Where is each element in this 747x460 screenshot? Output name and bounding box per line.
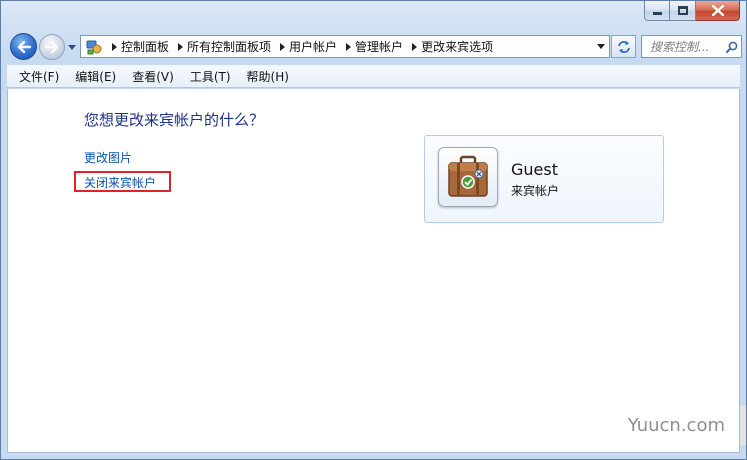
breadcrumb-user-accounts[interactable]: 用户帐户	[289, 36, 355, 57]
account-picture	[438, 147, 498, 207]
control-panel-icon	[85, 38, 103, 56]
breadcrumb-label: 更改来宾选项	[421, 40, 494, 54]
arrow-left-icon	[17, 40, 31, 53]
menu-bar: 文件(F) 编辑(E) 查看(V) 工具(T) 帮助(H)	[7, 65, 740, 88]
breadcrumb-manage-accounts[interactable]: 管理帐户	[355, 36, 421, 57]
navigation-bar: 控制面板 所有控制面板项 用户帐户 管理帐户 更改来宾选项 搜索控制...	[7, 31, 742, 61]
breadcrumb-root-separator[interactable]	[107, 36, 121, 57]
address-bar[interactable]: 控制面板 所有控制面板项 用户帐户 管理帐户 更改来宾选项	[80, 35, 610, 58]
change-picture-link[interactable]: 更改图片	[84, 149, 132, 166]
breadcrumb-label: 所有控制面板项	[187, 40, 272, 54]
highlight-box	[74, 171, 171, 192]
breadcrumb-label: 控制面板	[121, 40, 170, 54]
chevron-right-icon	[279, 42, 285, 51]
account-type: 来宾帐户	[511, 184, 560, 198]
menu-help[interactable]: 帮助(H)	[239, 65, 297, 87]
watermark: Yuucn.com	[627, 415, 725, 436]
close-button[interactable]	[696, 1, 740, 21]
maximize-button[interactable]	[670, 1, 696, 21]
chevron-right-icon	[411, 42, 417, 51]
chevron-right-icon	[111, 42, 117, 51]
suitcase-icon	[448, 155, 488, 197]
page-title: 您想更改来宾帐户的什么？	[84, 111, 265, 129]
forward-button[interactable]	[39, 34, 65, 60]
account-name: Guest	[511, 160, 558, 179]
menu-edit[interactable]: 编辑(E)	[67, 65, 124, 87]
menu-file[interactable]: 文件(F)	[11, 65, 67, 87]
maximize-icon	[677, 6, 688, 15]
caption-buttons	[644, 1, 740, 21]
chevron-down-icon	[597, 44, 605, 49]
minimize-icon	[652, 12, 662, 15]
chevron-down-icon	[68, 44, 76, 50]
close-icon	[711, 5, 724, 16]
arrow-right-icon	[45, 41, 59, 53]
breadcrumb-guest-options[interactable]: 更改来宾选项	[421, 36, 497, 57]
search-icon	[726, 41, 738, 53]
search-placeholder: 搜索控制...	[650, 40, 710, 54]
address-dropdown-button[interactable]	[593, 36, 609, 57]
breadcrumb-label: 管理帐户	[355, 40, 404, 54]
refresh-icon	[617, 40, 630, 53]
menu-view[interactable]: 查看(V)	[124, 65, 182, 87]
breadcrumb-label: 用户帐户	[289, 40, 338, 54]
chevron-right-icon	[177, 42, 183, 51]
chevron-right-icon	[345, 42, 351, 51]
minimize-button[interactable]	[644, 1, 670, 21]
content-pane: 您想更改来宾帐户的什么？ 更改图片 关闭来宾帐户 Guest 来宾帐户 Yuuc…	[7, 89, 740, 453]
resize-grip[interactable]	[740, 405, 746, 445]
explorer-window: 控制面板 所有控制面板项 用户帐户 管理帐户 更改来宾选项 搜索控制... 文件…	[0, 0, 747, 460]
account-card: Guest 来宾帐户	[424, 135, 664, 223]
back-button[interactable]	[10, 33, 37, 60]
breadcrumb-control-panel[interactable]: 控制面板	[121, 36, 187, 57]
search-box[interactable]: 搜索控制...	[641, 35, 742, 58]
recent-pages-button[interactable]	[67, 42, 77, 52]
breadcrumb-all-items[interactable]: 所有控制面板项	[187, 36, 289, 57]
menu-tools[interactable]: 工具(T)	[182, 65, 239, 87]
refresh-button[interactable]	[611, 35, 636, 58]
